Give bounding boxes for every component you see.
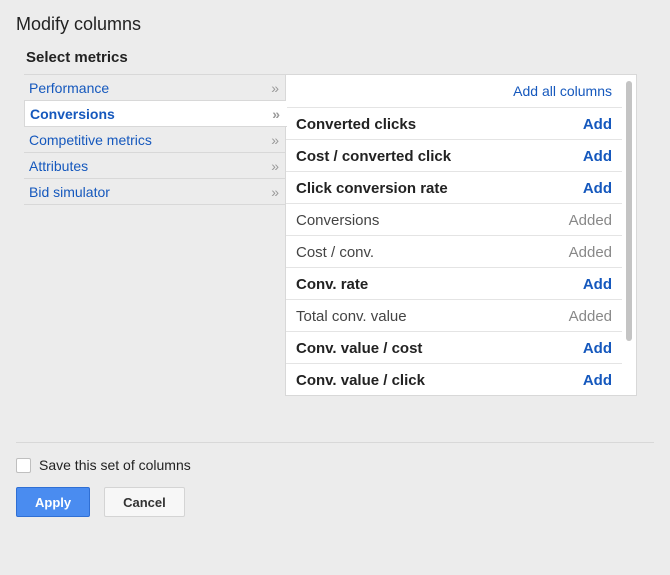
metric-name: Conv. rate bbox=[296, 276, 368, 293]
page-title: Modify columns bbox=[16, 14, 654, 35]
metric-add-link[interactable]: Add bbox=[583, 276, 612, 293]
metric-name: Total conv. value bbox=[296, 308, 407, 325]
metric-name: Click conversion rate bbox=[296, 180, 448, 197]
cancel-button[interactable]: Cancel bbox=[104, 487, 185, 517]
category-label: Performance bbox=[29, 80, 109, 96]
category-conversions[interactable]: Conversions » bbox=[24, 101, 287, 127]
save-columns-label: Save this set of columns bbox=[39, 457, 191, 473]
apply-button[interactable]: Apply bbox=[16, 487, 90, 517]
category-label: Competitive metrics bbox=[29, 132, 152, 148]
metric-add-link[interactable]: Add bbox=[583, 372, 612, 389]
metric-name: Converted clicks bbox=[296, 116, 416, 133]
category-list: Performance » Conversions » Competitive … bbox=[24, 74, 286, 205]
metric-row: Cost / conv. Added bbox=[286, 235, 622, 267]
metric-row: Conv. value / click Add bbox=[286, 363, 622, 395]
add-all-columns-link[interactable]: Add all columns bbox=[286, 75, 622, 107]
category-attributes[interactable]: Attributes » bbox=[24, 153, 286, 179]
metric-name: Conv. value / cost bbox=[296, 340, 422, 357]
category-label: Bid simulator bbox=[29, 184, 110, 200]
metric-row: Click conversion rate Add bbox=[286, 171, 622, 203]
metric-add-link[interactable]: Add bbox=[583, 116, 612, 133]
chevron-right-icon: » bbox=[271, 158, 276, 174]
scrollbar[interactable] bbox=[626, 81, 632, 341]
metric-row: Converted clicks Add bbox=[286, 107, 622, 139]
metric-row: Conversions Added bbox=[286, 203, 622, 235]
metrics-panel: Add all columns Converted clicks Add Cos… bbox=[285, 74, 637, 396]
page-subtitle: Select metrics bbox=[26, 49, 654, 66]
chevron-right-icon: » bbox=[271, 80, 276, 96]
metric-row: Total conv. value Added bbox=[286, 299, 622, 331]
metric-add-link[interactable]: Add bbox=[583, 148, 612, 165]
metric-name: Conv. value / click bbox=[296, 372, 425, 389]
metric-name: Conversions bbox=[296, 212, 379, 229]
metric-add-link[interactable]: Add bbox=[583, 180, 612, 197]
metric-name: Cost / conv. bbox=[296, 244, 374, 261]
metric-row: Cost / converted click Add bbox=[286, 139, 622, 171]
metric-row: Conv. rate Add bbox=[286, 267, 622, 299]
metric-added-label: Added bbox=[569, 244, 612, 261]
category-label: Attributes bbox=[29, 158, 88, 174]
category-label: Conversions bbox=[30, 106, 115, 122]
metric-add-link[interactable]: Add bbox=[583, 340, 612, 357]
chevron-right-icon: » bbox=[272, 106, 277, 122]
metric-added-label: Added bbox=[569, 308, 612, 325]
metric-name: Cost / converted click bbox=[296, 148, 451, 165]
chevron-right-icon: » bbox=[271, 132, 276, 148]
category-performance[interactable]: Performance » bbox=[24, 75, 286, 101]
metric-added-label: Added bbox=[569, 212, 612, 229]
save-columns-checkbox[interactable] bbox=[16, 458, 31, 473]
category-competitive-metrics[interactable]: Competitive metrics » bbox=[24, 127, 286, 153]
chevron-right-icon: » bbox=[271, 184, 276, 200]
category-bid-simulator[interactable]: Bid simulator » bbox=[24, 179, 286, 205]
divider bbox=[16, 442, 654, 443]
metric-row: Conv. value / cost Add bbox=[286, 331, 622, 363]
